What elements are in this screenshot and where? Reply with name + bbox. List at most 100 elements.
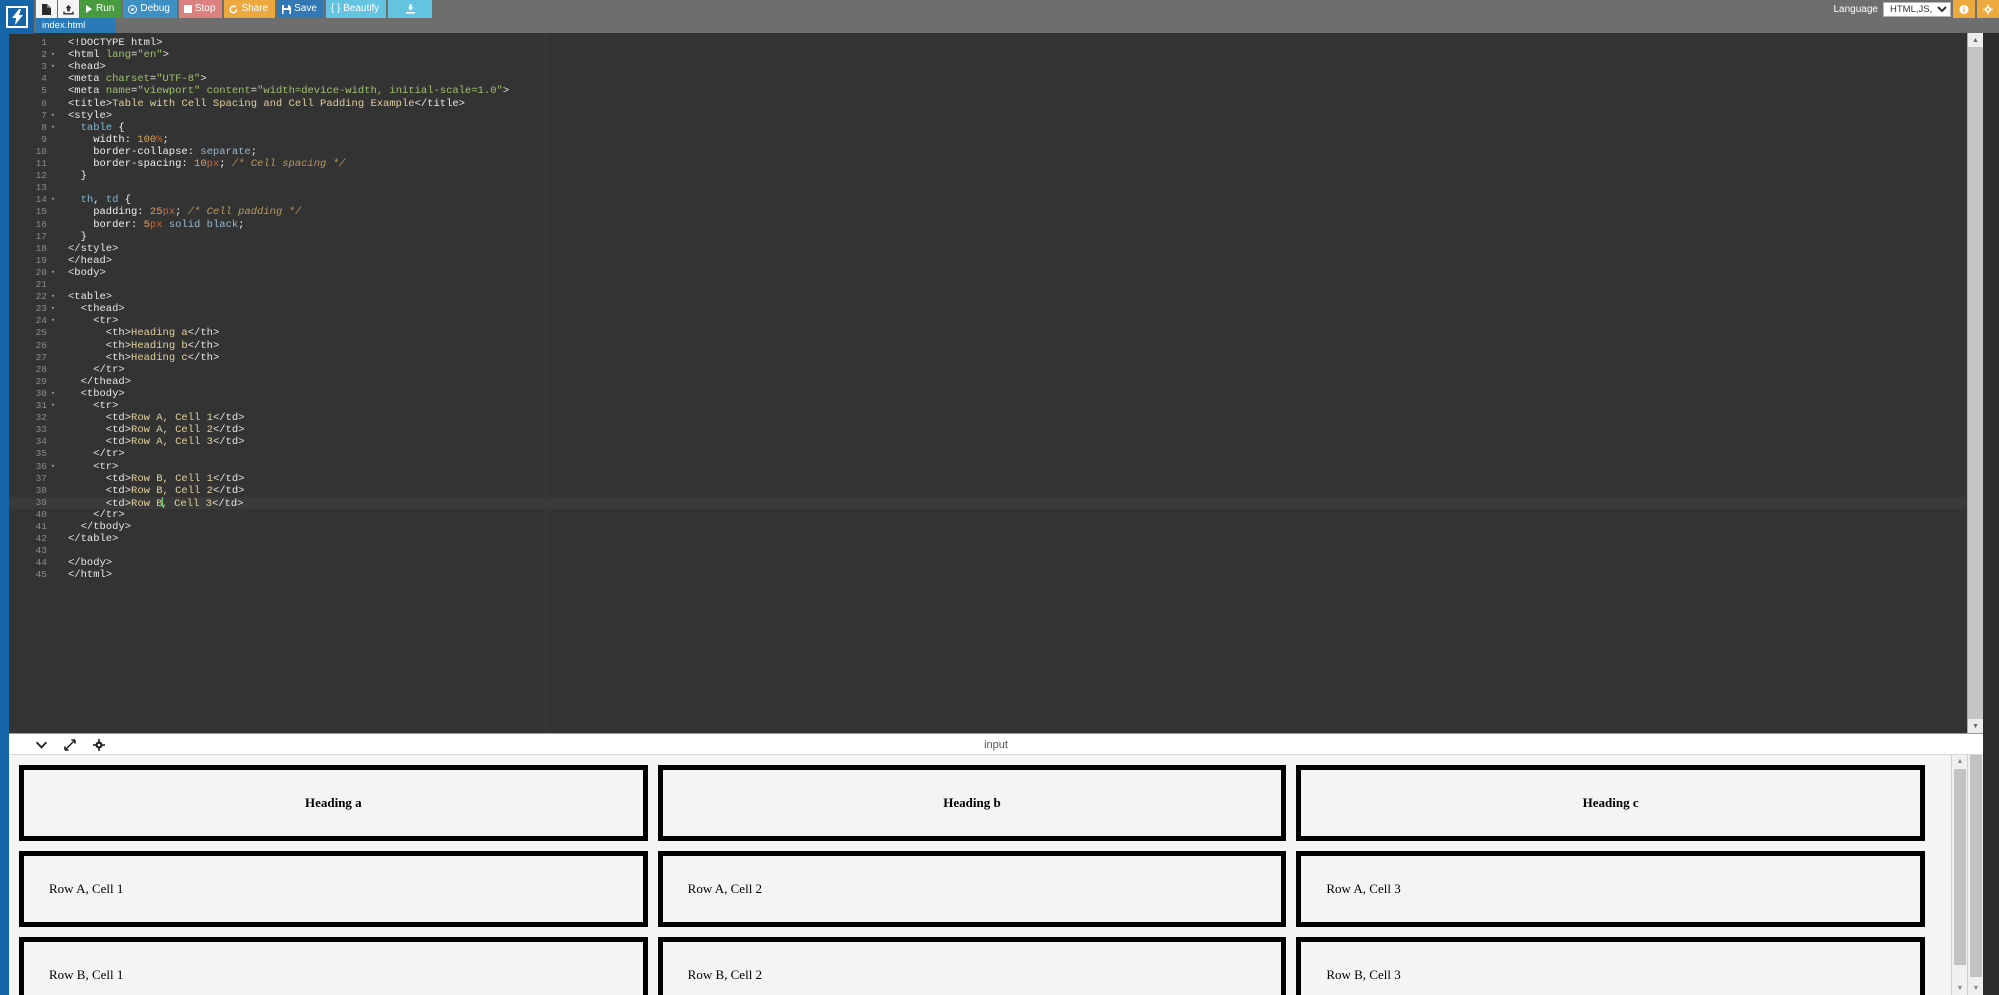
code-line[interactable]: 32 <td>Row A, Cell 1</td> [9, 412, 1983, 424]
fold-toggle-icon[interactable]: ▾ [50, 461, 56, 473]
code-line[interactable]: 17} [9, 231, 1983, 243]
download-button[interactable] [388, 0, 433, 18]
new-file-icon[interactable] [36, 0, 57, 18]
code-line[interactable]: 7 ▾ <style> [9, 110, 1983, 122]
code-line[interactable]: 44 </body> [9, 557, 1983, 569]
code-text: <title>Table with Cell Spacing and Cell … [68, 97, 465, 110]
scrollbar-thumb[interactable] [1970, 755, 1982, 977]
fold-toggle-icon[interactable]: ▾ [50, 267, 56, 279]
code-text: </tr> [93, 448, 125, 461]
code-line[interactable]: 27 <th>Heading c</th> [9, 352, 1983, 364]
gear-icon[interactable] [1977, 0, 1999, 18]
code-line[interactable]: 11 border-spacing: 10px; /* Cell spacing … [9, 158, 1983, 170]
code-line[interactable]: 30 ▾ <tbody> [9, 388, 1983, 400]
table-header-cell: Heading b [657, 765, 1287, 841]
code-line[interactable]: 43 [9, 545, 1983, 557]
code-line[interactable]: 26 <th>Heading b</th> [9, 340, 1983, 352]
code-line[interactable]: 6 <title>Table with Cell Spacing and Cell… [9, 98, 1983, 110]
share-icon [229, 4, 238, 14]
fold-toggle-icon[interactable]: ▾ [50, 400, 56, 412]
scroll-down-arrow[interactable]: ▼ [1952, 982, 1968, 995]
code-line[interactable]: 22 ▾ <table> [9, 291, 1983, 303]
code-text: <body> [68, 266, 106, 279]
preview-outer-scrollbar[interactable]: ▲ ▼ [1967, 755, 1983, 995]
code-line[interactable]: 41 </tbody> [9, 521, 1983, 533]
code-line[interactable]: 3 ▾ <head> [9, 61, 1983, 73]
code-line[interactable]: 9 width: 100%; [9, 134, 1983, 146]
fold-toggle-icon[interactable]: ▾ [50, 194, 56, 206]
share-button[interactable]: Share [224, 0, 276, 18]
code-line[interactable]: 12} [9, 170, 1983, 182]
line-number: 41 [35, 521, 47, 532]
preview-inner-scrollbar[interactable]: ▲ ▼ [1951, 755, 1967, 995]
code-text: border-collapse: separate; [93, 145, 258, 158]
code-text: <td>Row B, Cell 2</td> [105, 484, 245, 497]
run-label: Run [96, 3, 115, 14]
code-text: <tr> [93, 315, 119, 328]
app-logo[interactable] [0, 0, 34, 34]
debug-label: Debug [140, 3, 170, 14]
fold-toggle-icon[interactable]: ▾ [50, 303, 56, 315]
stop-icon [183, 5, 192, 13]
code-line[interactable]: 23 ▾ <thead> [9, 303, 1983, 315]
code-line[interactable]: 1 <!DOCTYPE html> [9, 37, 1983, 49]
code-line[interactable]: 4 <meta charset="UTF-8"> [9, 73, 1983, 85]
code-line[interactable]: 10 border-collapse: separate; [9, 146, 1983, 158]
code-line[interactable]: 13 [9, 182, 1983, 194]
code-line[interactable]: 18 </style> [9, 243, 1983, 255]
scroll-down-arrow[interactable]: ▼ [1968, 982, 1983, 995]
code-line[interactable]: 29 </thead> [9, 376, 1983, 388]
code-line[interactable]: 2 ▾ <html lang="en"> [9, 49, 1983, 61]
code-line[interactable]: 37 <td>Row B, Cell 1</td> [9, 473, 1983, 485]
code-text: border-spacing: 10px; /* Cell spacing */ [93, 158, 346, 170]
fold-toggle-icon[interactable]: ▾ [50, 315, 56, 327]
code-line[interactable]: 16 border: 5px solid black; [9, 219, 1983, 231]
code-line[interactable]: 40 </tr> [9, 509, 1983, 521]
scroll-down-arrow[interactable]: ▼ [1968, 719, 1983, 733]
code-line[interactable]: 8 ▾ table { [9, 122, 1983, 134]
code-line[interactable]: 33 <td>Row A, Cell 2</td> [9, 424, 1983, 436]
code-line[interactable]: 21 [9, 279, 1983, 291]
fold-toggle-icon[interactable]: ▾ [50, 49, 56, 61]
code-line[interactable]: 36 ▾ <tr> [9, 461, 1983, 473]
code-line[interactable]: 19 </head> [9, 255, 1983, 267]
code-line[interactable]: 20 ▾ <body> [9, 267, 1983, 279]
upload-icon[interactable] [58, 0, 79, 18]
share-label: Share [241, 3, 269, 14]
editor-vertical-scrollbar[interactable]: ▲ ▼ [1967, 33, 1983, 733]
code-line[interactable]: 38 <td>Row B, Cell 2</td> [9, 485, 1983, 497]
debug-button[interactable]: Debug [123, 0, 177, 18]
line-number: 33 [35, 424, 47, 436]
code-line[interactable]: 42 </table> [9, 533, 1983, 545]
file-tab-index-html[interactable]: index.html [36, 18, 116, 33]
code-line[interactable]: 34 <td>Row A, Cell 3</td> [9, 436, 1983, 448]
code-line[interactable]: 35 </tr> [9, 448, 1983, 460]
stop-button[interactable]: Stop [178, 0, 223, 18]
language-select[interactable]: HTML,JS,C [1883, 1, 1951, 17]
code-line[interactable]: 25 <th>Heading a</th> [9, 327, 1983, 339]
scroll-up-arrow[interactable]: ▲ [1968, 33, 1983, 47]
code-line[interactable]: 14 ▾ th, td { [9, 194, 1983, 206]
table-header-row: Heading a Heading b Heading c [19, 765, 1925, 841]
beautify-button[interactable]: { } Beautify [325, 0, 387, 18]
scrollbar-thumb[interactable] [1954, 769, 1966, 965]
code-line[interactable]: 24 ▾ <tr> [9, 315, 1983, 327]
code-line[interactable]: 39 <td>Row B, Cell 3</td> [9, 496, 1983, 510]
fold-toggle-icon[interactable]: ▾ [50, 110, 56, 122]
fold-toggle-icon[interactable]: ▾ [50, 291, 56, 303]
run-button[interactable]: Run [80, 0, 122, 18]
save-button[interactable]: Save [277, 0, 324, 18]
code-line[interactable]: 45 </html> [9, 569, 1983, 581]
code-line[interactable]: 15 padding: 25px; /* Cell padding */ [9, 206, 1983, 218]
info-icon[interactable] [1953, 0, 1975, 18]
fold-toggle-icon[interactable]: ▾ [50, 122, 56, 134]
code-line[interactable]: 28 </tr> [9, 364, 1983, 376]
scroll-up-arrow[interactable]: ▲ [1952, 755, 1968, 768]
fold-toggle-icon[interactable]: ▾ [50, 388, 56, 400]
code-text: <tbody> [80, 387, 125, 400]
code-editor[interactable]: 1 <!DOCTYPE html> 2 ▾ <html lang="en"> 3 ▾ <hea… [9, 33, 1983, 733]
preview-table-head: Heading a Heading b Heading c [19, 765, 1925, 841]
code-line[interactable]: 31 ▾ <tr> [9, 400, 1983, 412]
code-line[interactable]: 5 <meta name="viewport" content="width=de… [9, 85, 1983, 97]
fold-toggle-icon[interactable]: ▾ [50, 61, 56, 73]
